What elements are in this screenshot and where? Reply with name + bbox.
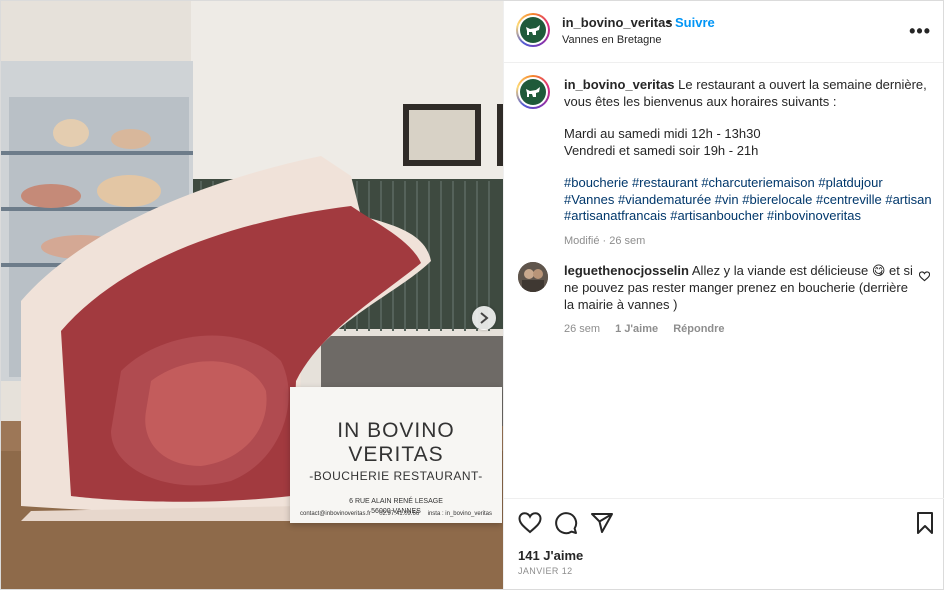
commenter-avatar[interactable]	[518, 262, 548, 292]
comment-meta: 26 sem 1 J'aime Répondre	[564, 321, 916, 338]
next-image-button[interactable]	[472, 306, 496, 330]
caption-hours-2: Vendredi et samedi soir 19h - 21h	[564, 142, 759, 158]
card-phone: 02.97.41.09.66	[379, 511, 420, 517]
avatar-photo	[518, 262, 548, 292]
header-username[interactable]: in_bovino_veritas	[562, 15, 673, 30]
caption-meta: Modifié · 26 sem	[564, 234, 646, 247]
comment-username[interactable]: leguethenocjosselin	[564, 263, 689, 278]
comment-button[interactable]	[554, 511, 578, 540]
bookmark-icon	[917, 512, 933, 534]
heart-icon	[518, 512, 542, 534]
chevron-right-icon	[480, 312, 489, 324]
separator-dot: •	[666, 14, 671, 29]
share-button[interactable]	[590, 511, 614, 540]
comment-time: 26 sem	[564, 323, 601, 335]
bull-logo-icon	[520, 17, 546, 43]
caption-intro: in_bovino_veritas Le restaurant a ouvert…	[564, 77, 936, 110]
comment-like-button[interactable]	[918, 269, 931, 287]
card-address-line1: 6 RUE ALAIN RENÉ LESAGE	[349, 498, 443, 505]
heart-icon	[918, 271, 931, 282]
comment-body: leguethenocjosselin Allez y la viande es…	[564, 262, 916, 338]
location-link[interactable]: Vannes en Bretagne	[562, 34, 661, 46]
bull-logo-icon	[520, 79, 546, 105]
caption-avatar[interactable]	[516, 75, 550, 109]
avatar-ring	[518, 77, 548, 107]
save-button[interactable]	[914, 511, 936, 540]
action-bar	[504, 498, 944, 546]
post-header: in_bovino_veritas • Suivre Vannes en Bre…	[504, 1, 943, 63]
caption-hours-1: Mardi au samedi midi 12h - 13h30	[564, 126, 761, 141]
card-footer: contact@inbovinoveritas.fr 02.97.41.09.6…	[300, 511, 492, 517]
card-subtitle: -BOUCHERIE RESTAURANT-	[309, 469, 483, 483]
avatar[interactable]	[516, 13, 550, 47]
caption-hashtags[interactable]: #boucherie #restaurant #charcuteriemaiso…	[564, 175, 936, 225]
comment-icon	[555, 512, 578, 535]
post-photo[interactable]: IN BOVINO VERITAS -BOUCHERIE RESTAURANT-…	[1, 1, 503, 589]
post-date: JANVIER 12	[518, 566, 573, 576]
bull-icon	[526, 25, 540, 35]
card-insta: insta : in_bovino_veritas	[427, 511, 492, 517]
caption-body: in_bovino_veritas Le restaurant a ouvert…	[564, 77, 936, 249]
comment-likes[interactable]: 1 J'aime	[615, 323, 658, 335]
avatar-ring	[518, 15, 548, 45]
comment-reply-button[interactable]: Répondre	[673, 323, 724, 335]
card-email: contact@inbovinoveritas.fr	[300, 511, 371, 517]
business-card: IN BOVINO VERITAS -BOUCHERIE RESTAURANT-…	[290, 387, 502, 523]
like-button[interactable]	[518, 511, 542, 540]
send-icon	[591, 513, 613, 533]
post-side-panel: in_bovino_veritas • Suivre Vannes en Bre…	[503, 1, 944, 589]
caption-username[interactable]: in_bovino_veritas	[564, 77, 675, 92]
likes-count[interactable]: 141 J'aime	[518, 548, 583, 563]
card-title: IN BOVINO VERITAS	[337, 419, 455, 466]
more-options-icon[interactable]: •••	[909, 21, 931, 42]
follow-button[interactable]: Suivre	[675, 15, 715, 30]
bull-icon	[526, 87, 540, 97]
